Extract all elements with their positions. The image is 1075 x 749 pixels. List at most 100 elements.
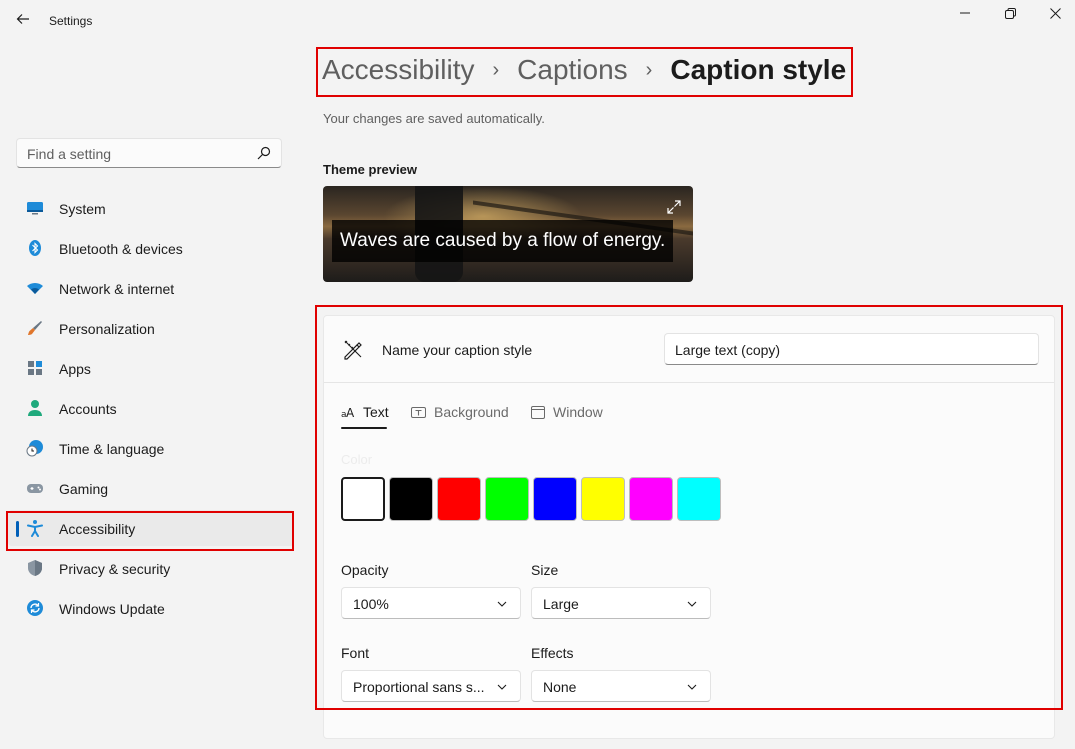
color-swatch[interactable] (341, 477, 385, 521)
gamepad-icon (27, 484, 43, 493)
sidebar-item-label: Time & language (59, 441, 165, 457)
text-size-icon: aA (341, 406, 355, 418)
opacity-label: Opacity (341, 562, 389, 578)
tab-selected-underline (341, 427, 387, 429)
sidebar-item-network[interactable]: Network & internet (8, 270, 294, 306)
tab-window-label: Window (553, 404, 603, 420)
color-swatch[interactable] (485, 477, 529, 521)
size-dropdown[interactable]: Large (531, 587, 711, 619)
effects-value: None (543, 679, 577, 695)
caption-style-name-field[interactable]: Large text (copy) (664, 333, 1039, 365)
back-button[interactable] (12, 8, 34, 30)
font-dropdown[interactable]: Proportional sans s... (341, 670, 521, 702)
breadcrumb: Accessibility › Captions › Caption style (322, 54, 846, 86)
search-box[interactable]: Find a setting (16, 138, 282, 168)
color-swatch[interactable] (437, 477, 481, 521)
color-label: Color (341, 452, 373, 467)
bluetooth-icon (29, 240, 41, 256)
window-icon (531, 405, 545, 419)
color-swatch[interactable] (533, 477, 577, 521)
color-swatch[interactable] (629, 477, 673, 521)
expand-icon (667, 200, 681, 214)
app-title: Settings (49, 14, 93, 28)
caption-style-name-value: Large text (copy) (675, 342, 781, 358)
close-button[interactable] (1032, 0, 1075, 26)
sidebar-item-accessibility[interactable]: Accessibility (8, 510, 294, 546)
autosave-note: Your changes are saved automatically. (323, 111, 545, 126)
tab-text[interactable]: aA Text (341, 400, 389, 424)
page-title: Caption style (670, 54, 847, 85)
effects-label: Effects (531, 645, 574, 661)
color-swatch[interactable] (677, 477, 721, 521)
close-icon (1049, 7, 1061, 19)
chevron-right-icon: › (645, 58, 653, 81)
chevron-down-icon (497, 684, 507, 690)
sidebar-item-label: System (59, 201, 106, 217)
clock-globe-icon (26, 440, 43, 457)
name-label: Name your caption style (382, 342, 533, 358)
tab-background[interactable]: Background (411, 400, 509, 424)
tab-window[interactable]: Window (531, 400, 603, 424)
sidebar-item-personalization[interactable]: Personalization (8, 310, 294, 346)
search-input[interactable]: Find a setting (27, 146, 111, 162)
chevron-right-icon: › (492, 58, 500, 81)
svg-text:A: A (346, 406, 355, 418)
sidebar-item-accounts[interactable]: Accounts (8, 390, 294, 426)
color-swatch[interactable] (581, 477, 625, 521)
breadcrumb-captions[interactable]: Captions (517, 54, 628, 86)
opacity-value: 100% (353, 596, 389, 612)
sidebar-item-bluetooth[interactable]: Bluetooth & devices (8, 230, 294, 266)
title-bar: Settings (0, 0, 1075, 40)
color-swatch[interactable] (389, 477, 433, 521)
sidebar-item-label: Personalization (59, 321, 155, 337)
sidebar-item-windows-update[interactable]: Windows Update (8, 590, 294, 626)
sidebar-item-gaming[interactable]: Gaming (8, 470, 294, 506)
caption-sample-text: Waves are caused by a flow of energy. (340, 230, 666, 251)
chevron-down-icon (497, 601, 507, 607)
font-value: Proportional sans s... (353, 679, 485, 695)
person-icon (28, 400, 42, 416)
minimize-button[interactable] (942, 0, 988, 26)
update-icon (27, 600, 43, 616)
pen-ruler-icon (344, 340, 362, 360)
size-label: Size (531, 562, 559, 578)
effects-dropdown[interactable]: None (531, 670, 711, 702)
theme-preview: Waves are caused by a flow of energy. (323, 186, 693, 282)
tab-background-label: Background (434, 404, 509, 420)
restore-icon (1004, 7, 1016, 19)
name-row: Name your caption style Large text (copy… (324, 316, 1054, 383)
caption-style-panel: Name your caption style Large text (copy… (323, 315, 1055, 739)
sidebar-nav: System Bluetooth & devices Network & int… (8, 190, 294, 630)
font-label: Font (341, 645, 370, 661)
chevron-down-icon (687, 601, 697, 607)
sidebar-item-label: Accessibility (59, 521, 136, 537)
maximize-button[interactable] (987, 0, 1033, 26)
monitor-icon (27, 202, 43, 215)
sidebar-item-label: Gaming (59, 481, 109, 497)
sidebar-item-label: Windows Update (59, 601, 165, 617)
expand-preview-button[interactable] (663, 196, 685, 218)
selected-indicator (16, 521, 19, 537)
sidebar-item-privacy[interactable]: Privacy & security (8, 550, 294, 586)
sidebar-item-label: Network & internet (59, 281, 175, 297)
sidebar-item-label: Apps (59, 361, 91, 377)
apps-icon (28, 361, 42, 375)
preview-heading: Theme preview (323, 162, 417, 177)
text-box-icon (411, 406, 426, 419)
caption-sample: Waves are caused by a flow of energy. (332, 220, 674, 262)
size-value: Large (543, 596, 579, 612)
sidebar-item-label: Bluetooth & devices (59, 241, 183, 257)
minimize-icon (960, 12, 970, 14)
breadcrumb-accessibility[interactable]: Accessibility (322, 54, 474, 86)
back-arrow-icon (16, 14, 29, 24)
sidebar-item-apps[interactable]: Apps (8, 350, 294, 386)
color-swatches (341, 477, 725, 521)
sidebar-item-label: Privacy & security (59, 561, 171, 577)
wifi-icon (27, 282, 43, 294)
sidebar-item-time-language[interactable]: Time & language (8, 430, 294, 466)
opacity-dropdown[interactable]: 100% (341, 587, 521, 619)
sidebar-item-system[interactable]: System (8, 190, 294, 226)
tab-text-label: Text (363, 404, 389, 420)
chevron-down-icon (687, 684, 697, 690)
paintbrush-icon (28, 321, 42, 335)
